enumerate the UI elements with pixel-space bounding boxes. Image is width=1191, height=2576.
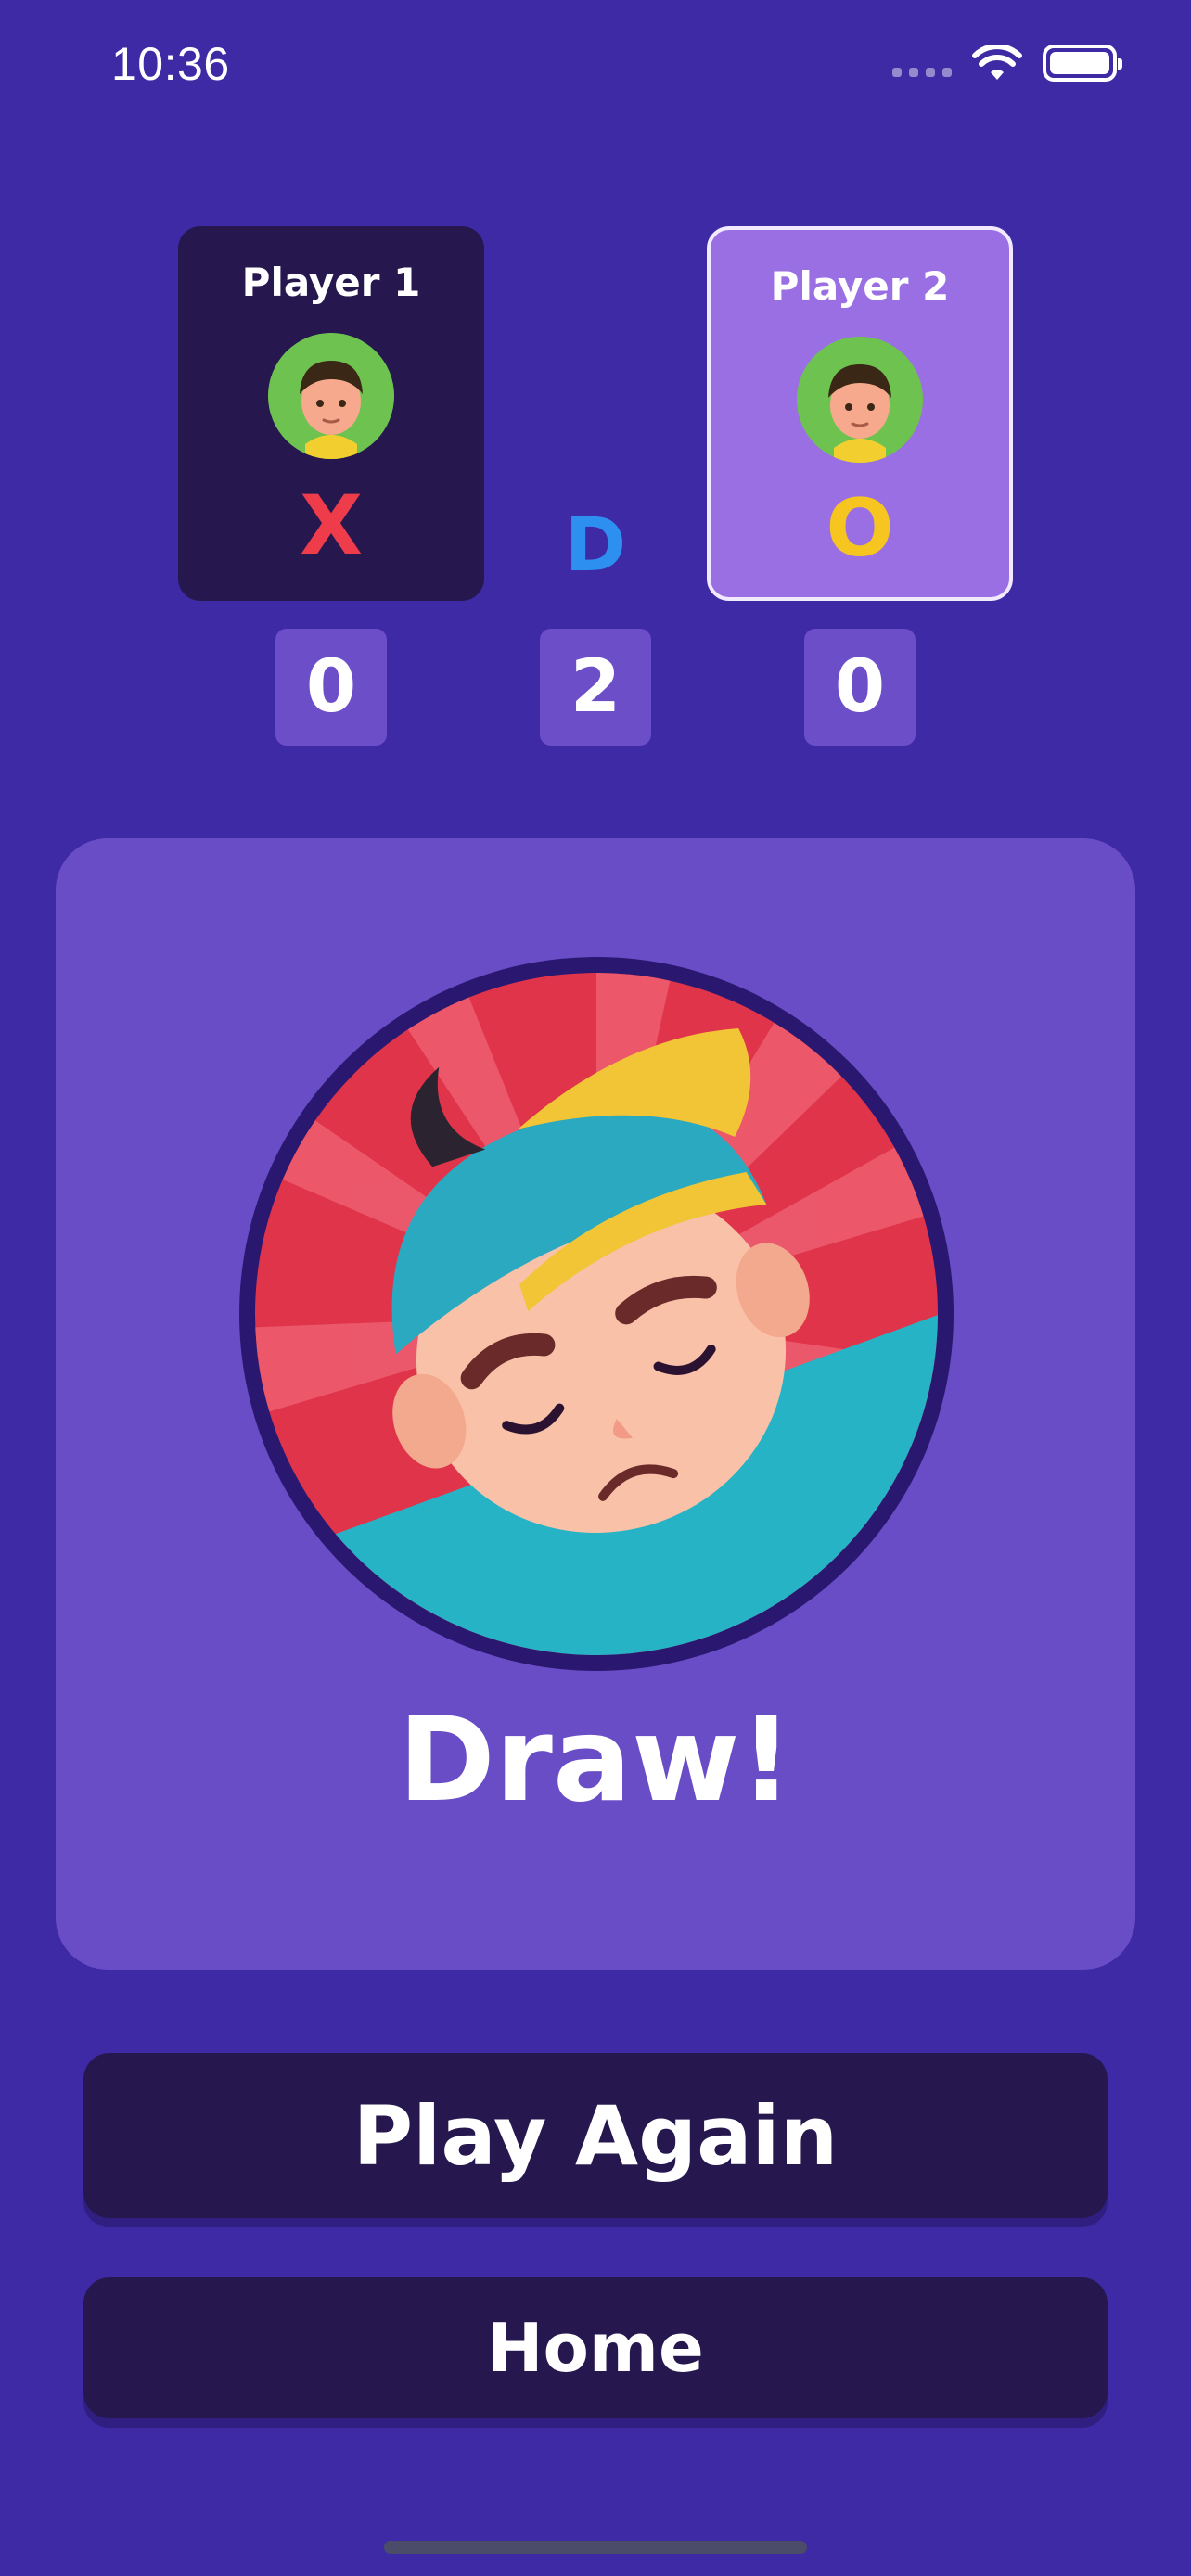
player-1-mark: X — [300, 478, 363, 573]
draws-score: 2 — [540, 629, 651, 746]
player-2-name: Player 2 — [770, 263, 950, 309]
player-2-mark: O — [826, 482, 894, 575]
player-2-avatar-icon — [797, 337, 923, 463]
result-panel: Draw! — [56, 838, 1135, 1970]
player-2-card: Player 2 O — [707, 226, 1013, 601]
sad-boy-illustration — [239, 957, 954, 1671]
home-indicator[interactable] — [384, 2541, 807, 2554]
player-1-name: Player 1 — [241, 260, 421, 305]
player-1-score: 0 — [275, 629, 387, 746]
wifi-icon — [972, 45, 1022, 80]
draw-marker: D — [564, 502, 627, 588]
game-result-screen: 10:36 Player 1 X D Player 2 O 0 2 0 Draw… — [0, 0, 1191, 2576]
player-1-card: Player 1 X — [178, 226, 484, 601]
player-2-score: 0 — [804, 629, 916, 746]
play-again-button[interactable]: Play Again — [83, 2053, 1108, 2218]
result-text: Draw! — [398, 1691, 793, 1828]
signal-icon — [892, 49, 952, 77]
home-button[interactable]: Home — [83, 2277, 1108, 2418]
battery-icon — [1043, 45, 1122, 82]
status-time: 10:36 — [111, 38, 230, 90]
status-icons — [892, 45, 1122, 82]
player-1-avatar-icon — [268, 333, 394, 459]
